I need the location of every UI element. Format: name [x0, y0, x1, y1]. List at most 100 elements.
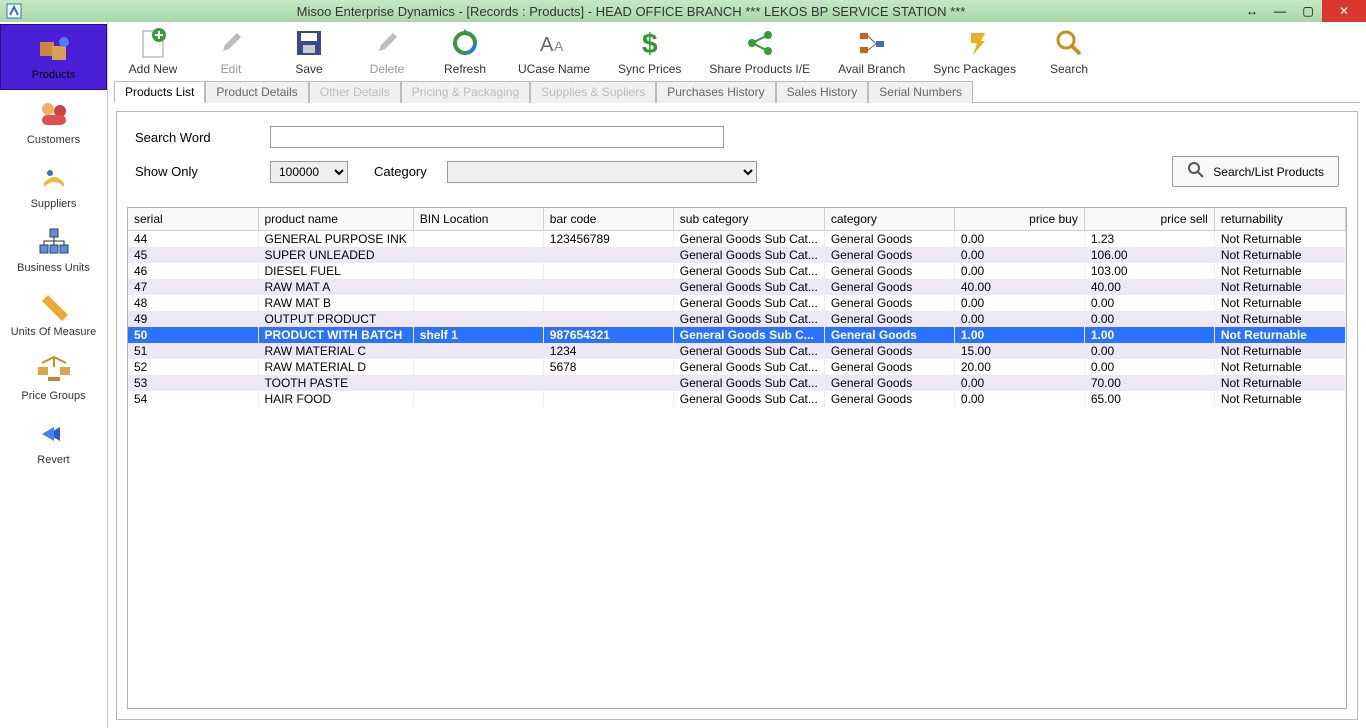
table-row[interactable]: 47RAW MAT AGeneral Goods Sub Cat...Gener… — [128, 279, 1346, 295]
show-only-select[interactable]: 100000 — [270, 161, 348, 183]
sidebar-label: Revert — [37, 454, 69, 466]
table-row[interactable]: 44GENERAL PURPOSE INK123456789General Go… — [128, 231, 1346, 248]
revert-icon — [34, 416, 74, 452]
col-bar-code[interactable]: bar code — [543, 208, 673, 231]
sidebar-label: Products — [32, 69, 75, 81]
table-row[interactable]: 45SUPER UNLEADEDGeneral Goods Sub Cat...… — [128, 247, 1346, 263]
sidebar-item-business-units[interactable]: Business Units — [0, 218, 107, 282]
tabs: Products List Product Details Other Deta… — [114, 80, 1360, 103]
toolbar-label: Share Products I/E — [709, 62, 810, 76]
tab-products-list[interactable]: Products List — [114, 81, 205, 103]
sidebar-item-revert[interactable]: Revert — [0, 410, 107, 474]
toolbar: Add New Edit Save Delete Refresh AA UCas… — [108, 22, 1366, 80]
search-icon — [1187, 161, 1205, 182]
col-bin-location[interactable]: BIN Location — [413, 208, 543, 231]
sidebar-item-suppliers[interactable]: Suppliers — [0, 154, 107, 218]
search-word-input[interactable] — [270, 126, 724, 148]
col-category[interactable]: category — [824, 208, 954, 231]
save-button[interactable]: Save — [284, 26, 334, 76]
sidebar-item-customers[interactable]: Customers — [0, 90, 107, 154]
tab-sales-history[interactable]: Sales History — [776, 81, 869, 103]
tab-serial-numbers[interactable]: Serial Numbers — [868, 81, 973, 103]
resize-arrows-icon[interactable]: ↔ — [1238, 0, 1266, 22]
business-units-icon — [34, 224, 74, 260]
sidebar-item-price-groups[interactable]: Price Groups — [0, 346, 107, 410]
toolbar-label: Sync Prices — [618, 62, 681, 76]
sync-packages-button[interactable]: Sync Packages — [933, 26, 1016, 76]
table-row[interactable]: 54HAIR FOODGeneral Goods Sub Cat...Gener… — [128, 391, 1346, 407]
share-products-button[interactable]: Share Products I/E — [709, 26, 810, 76]
sidebar-label: Units Of Measure — [11, 326, 97, 338]
maximize-button[interactable]: ▢ — [1294, 0, 1322, 22]
toolbar-label: Delete — [370, 62, 405, 76]
category-label: Category — [374, 164, 427, 179]
refresh-icon — [447, 26, 483, 60]
avail-branch-button[interactable]: Avail Branch — [838, 26, 905, 76]
sidebar-item-products[interactable]: Products — [0, 24, 107, 90]
tab-pricing-packaging[interactable]: Pricing & Packaging — [401, 81, 530, 103]
toolbar-label: Sync Packages — [933, 62, 1016, 76]
sidebar-label: Customers — [27, 134, 80, 146]
table-row[interactable]: 53TOOTH PASTEGeneral Goods Sub Cat...Gen… — [128, 375, 1346, 391]
uom-icon — [34, 288, 74, 324]
sync-prices-button[interactable]: $ Sync Prices — [618, 26, 681, 76]
search-list-label: Search/List Products — [1213, 165, 1324, 179]
minimize-button[interactable]: — — [1266, 0, 1294, 22]
tab-supplies-suppliers[interactable]: Supplies & Supliers — [530, 81, 656, 103]
category-select[interactable] — [447, 161, 757, 183]
show-only-label: Show Only — [135, 164, 250, 179]
col-returnability[interactable]: returnability — [1214, 208, 1345, 231]
col-price-sell[interactable]: price sell — [1084, 208, 1214, 231]
edit-icon — [213, 26, 249, 60]
col-serial[interactable]: serial — [128, 208, 258, 231]
table-row[interactable]: 50PRODUCT WITH BATCHshelf 1987654321Gene… — [128, 327, 1346, 343]
col-price-buy[interactable]: price buy — [954, 208, 1084, 231]
close-button[interactable]: ✕ — [1322, 0, 1366, 22]
table-row[interactable]: 49OUTPUT PRODUCTGeneral Goods Sub Cat...… — [128, 311, 1346, 327]
ucase-name-button[interactable]: AA UCase Name — [518, 26, 590, 76]
svg-text:$: $ — [642, 28, 658, 59]
svg-text:A: A — [554, 38, 564, 54]
toolbar-label: Edit — [221, 62, 242, 76]
sidebar-label: Price Groups — [21, 390, 85, 402]
table-row[interactable]: 46DIESEL FUELGeneral Goods Sub Cat...Gen… — [128, 263, 1346, 279]
table-row[interactable]: 48RAW MAT BGeneral Goods Sub Cat...Gener… — [128, 295, 1346, 311]
col-sub-category[interactable]: sub category — [673, 208, 824, 231]
toolbar-label: Avail Branch — [838, 62, 905, 76]
grid-header-row[interactable]: serial product name BIN Location bar cod… — [128, 208, 1346, 231]
price-groups-icon — [34, 352, 74, 388]
add-new-icon — [135, 26, 171, 60]
title-bar: Misoo Enterprise Dynamics - [Records : P… — [0, 0, 1366, 22]
table-row[interactable]: 52RAW MATERIAL D5678General Goods Sub Ca… — [128, 359, 1346, 375]
tab-purchases-history[interactable]: Purchases History — [656, 81, 775, 103]
window-title: Misoo Enterprise Dynamics - [Records : P… — [24, 4, 1238, 19]
add-new-button[interactable]: Add New — [128, 26, 178, 76]
search-word-label: Search Word — [135, 130, 250, 145]
search-icon — [1051, 26, 1087, 60]
products-list-panel: Search Word Show Only 100000 Category Se… — [116, 111, 1358, 720]
col-product-name[interactable]: product name — [258, 208, 413, 231]
tab-product-details[interactable]: Product Details — [205, 81, 308, 103]
search-list-products-button[interactable]: Search/List Products — [1172, 156, 1339, 187]
refresh-button[interactable]: Refresh — [440, 26, 490, 76]
customers-icon — [34, 96, 74, 132]
ucase-name-icon: AA — [536, 26, 572, 60]
table-row[interactable]: 51RAW MATERIAL C1234General Goods Sub Ca… — [128, 343, 1346, 359]
sidebar: Products Customers Suppliers Business Un… — [0, 22, 108, 728]
sidebar-item-uom[interactable]: Units Of Measure — [0, 282, 107, 346]
toolbar-label: UCase Name — [518, 62, 590, 76]
avail-branch-icon — [854, 26, 890, 60]
delete-button[interactable]: Delete — [362, 26, 412, 76]
save-icon — [291, 26, 327, 60]
svg-text:A: A — [540, 34, 554, 56]
window-controls: ↔ — ▢ ✕ — [1238, 0, 1366, 22]
suppliers-icon — [34, 160, 74, 196]
sidebar-label: Business Units — [17, 262, 90, 274]
sync-prices-icon: $ — [632, 26, 668, 60]
share-icon — [742, 26, 778, 60]
toolbar-label: Save — [295, 62, 322, 76]
products-grid[interactable]: serial product name BIN Location bar cod… — [127, 207, 1347, 709]
tab-other-details[interactable]: Other Details — [309, 81, 401, 103]
edit-button[interactable]: Edit — [206, 26, 256, 76]
search-button[interactable]: Search — [1044, 26, 1094, 76]
